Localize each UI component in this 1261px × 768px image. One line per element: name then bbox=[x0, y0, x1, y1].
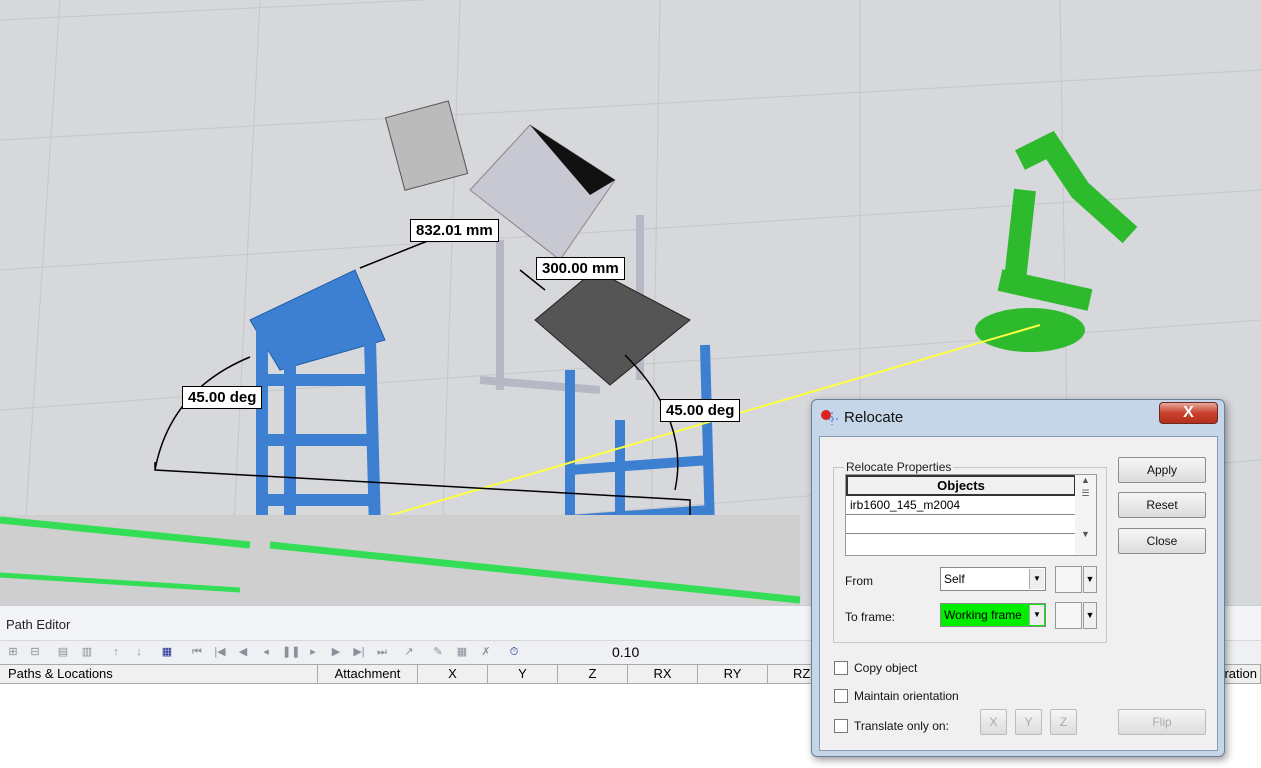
delete-icon[interactable]: ✗ bbox=[479, 645, 493, 659]
list-item[interactable]: irb1600_145_m2004 bbox=[846, 496, 1075, 515]
chevron-down-icon: ▼ bbox=[1029, 605, 1044, 625]
frame-picker-icon[interactable] bbox=[1055, 602, 1082, 629]
dimension-label: 300.00 mm bbox=[536, 257, 625, 280]
pause-icon[interactable]: ❚❚ bbox=[282, 645, 300, 659]
next-icon[interactable]: ▶| bbox=[352, 645, 366, 659]
close-button[interactable]: Close bbox=[1118, 528, 1206, 554]
dimension-lines bbox=[359, 239, 546, 291]
column-header[interactable]: RX bbox=[628, 665, 698, 683]
first-icon[interactable]: ⏮ bbox=[190, 645, 204, 659]
list-item bbox=[846, 515, 1075, 534]
flip-button[interactable]: Flip bbox=[1118, 709, 1206, 735]
timer-icon[interactable]: ⏱ bbox=[507, 645, 521, 659]
column-header[interactable]: Y bbox=[488, 665, 558, 683]
move-down-icon[interactable]: ↓ bbox=[132, 645, 146, 659]
column-header[interactable]: X bbox=[418, 665, 488, 683]
play-icon[interactable]: ▸ bbox=[306, 645, 320, 659]
last-icon[interactable]: ⏭ bbox=[375, 645, 389, 659]
robot-base bbox=[975, 308, 1085, 352]
angle-label: 45.00 deg bbox=[660, 399, 741, 422]
translate-only-label: Translate only on: bbox=[854, 719, 949, 733]
teach-icon[interactable]: ↗ bbox=[402, 645, 416, 659]
from-label: From bbox=[845, 574, 873, 588]
back-icon[interactable]: ◂ bbox=[259, 645, 273, 659]
angle-label: 45.00 deg bbox=[182, 386, 263, 409]
to-frame-label: To frame: bbox=[845, 610, 896, 624]
table-icon[interactable]: ▦ bbox=[160, 645, 174, 659]
from-select[interactable]: Self ▼ bbox=[940, 567, 1046, 591]
apply-button[interactable]: Apply bbox=[1118, 457, 1206, 483]
copy-object-label: Copy object bbox=[854, 661, 918, 675]
maintain-orientation-label: Maintain orientation bbox=[854, 689, 959, 703]
reset-button[interactable]: Reset bbox=[1118, 492, 1206, 518]
chevron-down-icon[interactable]: ▼ bbox=[1083, 566, 1097, 593]
column-header[interactable]: RY bbox=[698, 665, 768, 683]
relocate-dialog: Relocate X Relocate Properties Objects i… bbox=[811, 399, 1225, 757]
edit-icon[interactable]: ✎ bbox=[431, 645, 445, 659]
z-button[interactable]: Z bbox=[1050, 709, 1077, 735]
copy-icon[interactable]: ▤ bbox=[56, 645, 70, 659]
from-value: Self bbox=[944, 572, 965, 586]
add-path-icon[interactable]: ⊞ bbox=[6, 645, 20, 659]
insert-icon[interactable]: ▦ bbox=[455, 645, 469, 659]
dialog-title: Relocate bbox=[844, 409, 904, 426]
x-button[interactable]: X bbox=[980, 709, 1007, 735]
close-icon[interactable]: X bbox=[1159, 402, 1218, 424]
y-button[interactable]: Y bbox=[1015, 709, 1042, 735]
paste-icon[interactable]: ▥ bbox=[80, 645, 94, 659]
previous-icon[interactable]: |◀ bbox=[213, 645, 227, 659]
speed-value[interactable]: 0.10 bbox=[612, 644, 639, 660]
step-forward-icon[interactable]: ▶ bbox=[329, 645, 343, 659]
box bbox=[534, 269, 691, 386]
to-frame-value: Working frame bbox=[944, 608, 1022, 622]
remove-path-icon[interactable]: ⊟ bbox=[28, 645, 42, 659]
group-label: Relocate Properties bbox=[846, 460, 952, 474]
objects-header: Objects bbox=[846, 475, 1075, 496]
translate-only-checkbox[interactable] bbox=[834, 719, 848, 733]
step-back-icon[interactable]: ◀ bbox=[236, 645, 250, 659]
maintain-orientation-checkbox[interactable] bbox=[834, 689, 848, 703]
objects-list[interactable]: Objects irb1600_145_m2004 ▲ ☰ ▼ bbox=[845, 474, 1097, 556]
copy-object-checkbox[interactable] bbox=[834, 661, 848, 675]
chevron-down-icon[interactable]: ▼ bbox=[1083, 602, 1097, 629]
relocate-icon bbox=[821, 410, 838, 425]
move-up-icon[interactable]: ↑ bbox=[109, 645, 123, 659]
chevron-down-icon: ▼ bbox=[1029, 569, 1044, 589]
column-header[interactable]: Z bbox=[558, 665, 628, 683]
frame-picker-icon[interactable] bbox=[1055, 566, 1082, 593]
column-header[interactable]: Paths & Locations bbox=[0, 665, 318, 683]
dimension-label: 832.01 mm bbox=[410, 219, 499, 242]
scrollbar[interactable]: ▲ ☰ ▼ bbox=[1075, 475, 1096, 555]
to-frame-select[interactable]: Working frame ▼ bbox=[940, 603, 1046, 627]
column-header[interactable]: Attachment bbox=[318, 665, 418, 683]
